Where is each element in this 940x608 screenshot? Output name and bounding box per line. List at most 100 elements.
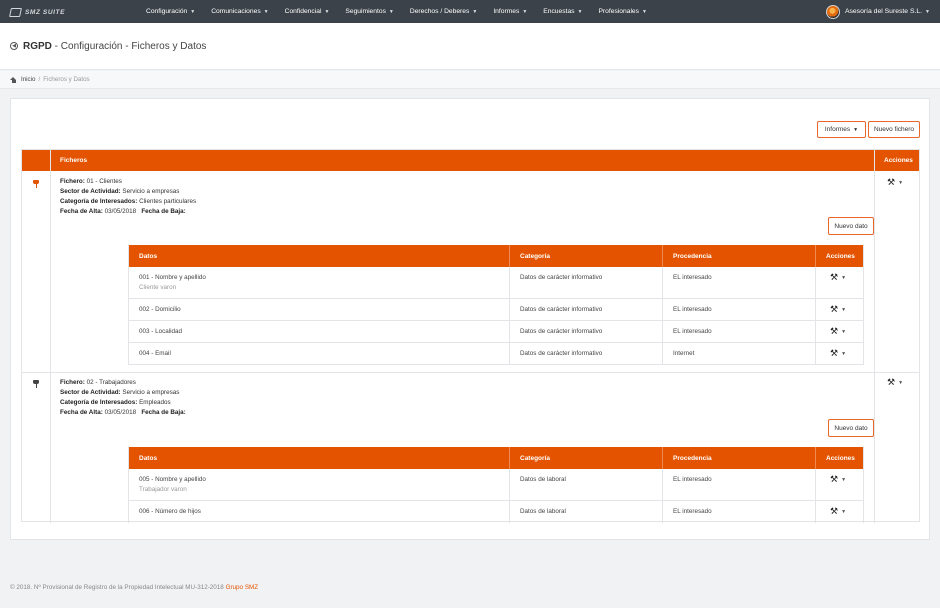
nav-item-confidencial[interactable]: Confidencial ▼ <box>285 8 330 15</box>
dato-actions-menu[interactable]: ⚒ ▼ <box>830 507 846 516</box>
page-title: RGPD - Configuración - Ficheros y Datos <box>23 41 207 52</box>
ficheros-table-header: Ficheros Acciones <box>22 150 919 171</box>
pin-icon[interactable] <box>33 180 39 188</box>
col-acciones: Acciones <box>826 253 855 260</box>
tools-icon: ⚒ <box>830 506 839 516</box>
tools-icon: ⚒ <box>830 304 839 314</box>
chevron-down-icon: ▼ <box>642 8 647 15</box>
chevron-down-icon: ▼ <box>324 8 330 15</box>
user-name: Asesoría del Sureste S.L. <box>844 8 923 15</box>
footer: © 2018. Nº Provisional de Registro de la… <box>10 584 258 591</box>
dato-actions-menu[interactable]: ⚒ ▼ <box>830 349 846 358</box>
chevron-down-icon: ▼ <box>841 508 847 515</box>
nuevo-dato-button[interactable]: Nuevo dato <box>828 419 874 437</box>
logo-text: SMZ SUITE <box>25 8 66 16</box>
tools-icon: ⚒ <box>830 474 839 484</box>
table-row: 003 - Localidad Datos de carácter inform… <box>129 321 863 343</box>
datos-table: Datos Categoría Procedencia Acciones 001… <box>128 245 864 365</box>
chevron-down-icon: ▼ <box>841 328 847 335</box>
fichero-categoria: Clientes particulares <box>139 198 197 205</box>
home-icon <box>10 76 17 83</box>
chevron-down-icon: ▼ <box>388 8 394 15</box>
ficheros-table: Ficheros Acciones Fichero: 01 - Clientes… <box>21 149 920 523</box>
chevron-down-icon: ▼ <box>841 476 847 483</box>
chevron-down-icon: ▼ <box>577 8 583 15</box>
col-acciones: Acciones <box>826 455 855 462</box>
fichero-sector: Servicio a empresas <box>122 389 180 396</box>
dato-actions-menu[interactable]: ⚒ ▼ <box>830 475 846 484</box>
datos-table-header: Datos Categoría Procedencia Acciones <box>129 447 863 469</box>
pin-icon[interactable] <box>33 380 39 388</box>
tools-icon: ⚒ <box>830 326 839 336</box>
fichero-name: 01 - Clientes <box>86 178 122 185</box>
avatar <box>825 4 840 19</box>
footer-link[interactable]: Grupo SMZ <box>226 584 259 591</box>
chevron-down-icon: ▼ <box>472 8 478 15</box>
nav-item-derechos-deberes[interactable]: Derechos / Deberes ▼ <box>410 8 477 15</box>
chevron-down-icon: ▼ <box>522 8 528 15</box>
breadcrumb-separator: / <box>38 76 41 83</box>
fichero-categoria: Empleados <box>139 399 171 406</box>
fichero-actions-menu[interactable]: ⚒ ▼ <box>887 178 903 187</box>
table-row: 005 - Nombre y apellido Trabajador varon… <box>129 469 863 501</box>
chevron-down-icon: ▼ <box>925 8 930 15</box>
dato-actions-menu[interactable]: ⚒ ▼ <box>830 305 846 314</box>
nav-item-informes[interactable]: Informes ▼ <box>493 8 527 15</box>
chevron-down-icon: ▼ <box>841 274 847 281</box>
nav-item-seguimientos[interactable]: Seguimientos ▼ <box>345 8 393 15</box>
tools-icon: ⚒ <box>887 177 896 187</box>
logo-icon <box>9 7 22 17</box>
col-datos: Datos <box>139 253 158 260</box>
datos-table-header: Datos Categoría Procedencia Acciones <box>129 245 863 267</box>
col-categoria: Categoría <box>520 253 550 260</box>
chevron-down-icon: ▼ <box>853 126 859 133</box>
fichero-fecha-alta: 03/05/2018 <box>104 208 137 215</box>
breadcrumb: Inicio / Ficheros y Datos <box>0 71 940 89</box>
table-row: 002 - Domicilio Datos de carácter inform… <box>129 299 863 321</box>
col-datos: Datos <box>139 455 158 462</box>
nav-item-comunicaciones[interactable]: Comunicaciones ▼ <box>211 8 268 15</box>
col-ficheros: Ficheros <box>60 157 88 164</box>
tools-icon: ⚒ <box>830 272 839 282</box>
main-nav: Configuración ▼ Comunicaciones ▼ Confidenc… <box>146 0 663 23</box>
col-categoria: Categoría <box>520 455 550 462</box>
col-procedencia: Procedencia <box>673 455 712 462</box>
tools-icon: ⚒ <box>887 377 896 387</box>
dato-actions-menu[interactable]: ⚒ ▼ <box>830 327 846 336</box>
app-logo[interactable]: SMZ SUITE <box>9 6 66 18</box>
fichero-info: Fichero: 01 - Clientes Sector de Activid… <box>60 178 197 215</box>
fichero-fecha-alta: 03/05/2018 <box>104 409 137 416</box>
chevron-down-icon: ▼ <box>898 379 904 386</box>
table-row: 006 - Número de hijos Datos de laboral E… <box>129 501 863 523</box>
breadcrumb-current: Ficheros y Datos <box>43 76 90 83</box>
chevron-down-icon: ▼ <box>841 350 847 357</box>
col-acciones: Acciones <box>884 157 913 164</box>
nuevo-dato-button[interactable]: Nuevo dato <box>828 217 874 235</box>
chevron-down-icon: ▼ <box>898 179 904 186</box>
breadcrumb-home[interactable]: Inicio <box>21 76 35 83</box>
nav-item-configuracion[interactable]: Configuración ▼ <box>146 8 195 15</box>
back-arrow-icon[interactable]: ◀ <box>10 42 18 50</box>
page-header: ◀ RGPD - Configuración - Ficheros y Dato… <box>0 23 940 70</box>
dato-actions-menu[interactable]: ⚒ ▼ <box>830 273 846 282</box>
top-navbar: SMZ SUITE Configuración ▼ Comunicaciones ▼… <box>0 0 940 23</box>
fichero-sector: Servicio a empresas <box>122 188 180 195</box>
informes-button[interactable]: Informes ▼ <box>817 121 866 138</box>
chevron-down-icon: ▼ <box>190 8 196 15</box>
col-procedencia: Procedencia <box>673 253 712 260</box>
datos-table: Datos Categoría Procedencia Acciones 005… <box>128 447 864 523</box>
nav-item-encuestas[interactable]: Encuestas ▼ <box>543 8 582 15</box>
table-row: 001 - Nombre y apellido Cliente varon Da… <box>129 267 863 299</box>
user-menu[interactable]: Asesoría del Sureste S.L. ▼ <box>825 4 930 19</box>
nav-item-profesionales[interactable]: Profesionales ▼ <box>598 8 646 15</box>
fichero-actions-menu[interactable]: ⚒ ▼ <box>887 378 903 387</box>
fichero-row: Fichero: 02 - Trabajadores Sector de Act… <box>22 373 919 523</box>
chevron-down-icon: ▼ <box>263 8 269 15</box>
footer-text: © 2018. Nº Provisional de Registro de la… <box>10 584 226 591</box>
main-panel: Informes ▼ Nuevo fichero Ficheros Accione… <box>10 98 930 540</box>
table-row: 004 - Email Datos de carácter informativ… <box>129 343 863 365</box>
nuevo-fichero-button[interactable]: Nuevo fichero <box>868 121 920 138</box>
chevron-down-icon: ▼ <box>841 306 847 313</box>
fichero-info: Fichero: 02 - Trabajadores Sector de Act… <box>60 379 186 416</box>
tools-icon: ⚒ <box>830 348 839 358</box>
